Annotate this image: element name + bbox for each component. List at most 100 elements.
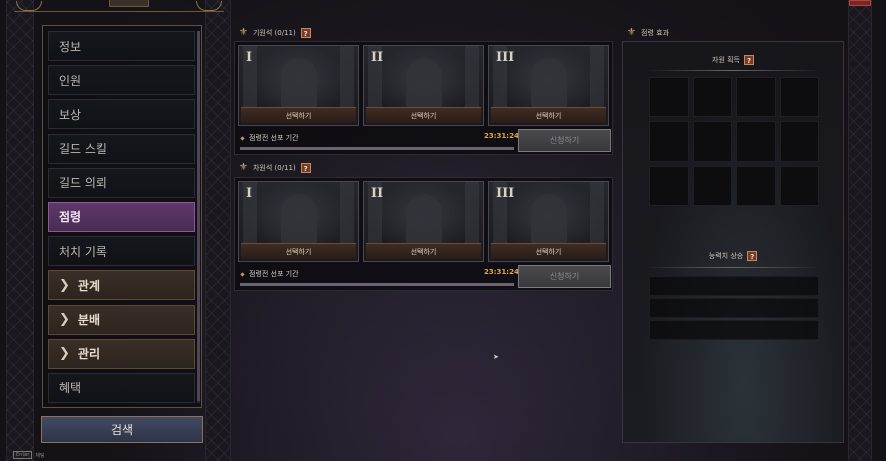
effects-title-text: 점령 효과 xyxy=(640,28,669,37)
help-icon[interactable]: ? xyxy=(744,55,754,65)
select-button[interactable]: 선택하기 xyxy=(241,243,356,259)
stat-row xyxy=(649,298,819,318)
section-title-text: 기원석 (0/11) xyxy=(252,28,296,37)
occupation-slot[interactable]: I 선택하기 xyxy=(238,181,359,262)
resource-cell xyxy=(779,165,819,206)
occupation-slot[interactable]: II 선택하기 xyxy=(363,181,484,262)
occupation-slot[interactable]: I 선택하기 xyxy=(238,45,359,126)
occupation-slot[interactable]: II 선택하기 xyxy=(363,45,484,126)
select-button[interactable]: 선택하기 xyxy=(241,107,356,123)
menu-list: 정보 인원 보상 길드 스킬 길드 의뢰 점령 처치 기록 ❯ 관계 ❯ 분배 ❯ 관… xyxy=(48,31,195,407)
menu-item-guild-skill[interactable]: 길드 스킬 xyxy=(48,133,195,164)
occupation-slot[interactable]: III 선택하기 xyxy=(488,181,609,262)
select-button[interactable]: 선택하기 xyxy=(366,107,481,123)
pillar-decoration xyxy=(465,46,479,109)
resource-grid xyxy=(649,77,819,206)
throne-image xyxy=(531,58,567,108)
menu-item-label: 보상 xyxy=(59,107,82,122)
stat-row xyxy=(649,320,819,340)
slot-numeral: II xyxy=(371,50,384,65)
progress-fill xyxy=(240,283,514,286)
right-lattice-decoration xyxy=(848,0,872,461)
resource-cell xyxy=(736,121,776,162)
divider xyxy=(645,267,821,268)
throne-image xyxy=(281,194,317,244)
menu-item-benefits[interactable]: 혜택 xyxy=(48,372,195,403)
select-button[interactable]: 선택하기 xyxy=(491,243,606,259)
occupation-group-1: I 선택하기 II 선택하기 III 선택하기 점령전 선포 기간 23:31:… xyxy=(234,41,613,155)
chevron-right-icon: ❯ xyxy=(59,312,70,327)
menu-item-info[interactable]: 정보 xyxy=(48,31,195,61)
resource-header: 자원 획득 ? xyxy=(623,55,843,65)
menu-item-occupation[interactable]: 점령 xyxy=(48,201,195,232)
menu-item-management[interactable]: ❯ 관리 xyxy=(48,338,195,369)
section-title-dimension-stone: ⚜ 차원석 (0/11) ? xyxy=(239,162,311,173)
divider xyxy=(645,70,821,71)
ornament-curl-icon xyxy=(196,1,222,11)
pillar-decoration xyxy=(465,182,479,245)
slot-numeral: I xyxy=(246,50,253,65)
period-progress-bar xyxy=(240,147,514,150)
bullet-icon xyxy=(240,271,245,277)
menu-item-guild-request[interactable]: 길드 의뢰 xyxy=(48,167,195,198)
close-button[interactable] xyxy=(849,0,871,6)
resource-cell xyxy=(779,77,819,118)
chevron-right-icon: ❯ xyxy=(59,277,70,293)
resource-cell xyxy=(649,165,689,206)
apply-button[interactable]: 신청하기 xyxy=(518,129,611,152)
resource-label: 자원 획득 xyxy=(712,56,740,64)
fleur-icon: ⚜ xyxy=(239,162,248,173)
menu-item-label: 관리 xyxy=(77,347,100,362)
resource-cell xyxy=(649,77,689,118)
help-icon[interactable]: ? xyxy=(747,251,758,261)
resource-cell xyxy=(692,165,732,206)
effects-title: ⚜ 점령 효과 xyxy=(627,27,669,38)
menu-item-label: 분배 xyxy=(77,313,100,327)
pillar-decoration xyxy=(590,46,604,109)
countdown-timer: 23:31:24 xyxy=(484,268,519,276)
help-icon[interactable]: ? xyxy=(300,27,311,38)
resource-cell xyxy=(692,77,732,118)
period-label: 점령전 선포 기간 xyxy=(249,134,299,142)
menu-item-relations[interactable]: ❯ 관계 xyxy=(48,270,195,301)
menu-item-label: 정보 xyxy=(59,39,82,54)
ornament-tab xyxy=(109,0,149,7)
search-button[interactable]: 검색 xyxy=(41,416,203,443)
menu-item-label: 점령 xyxy=(59,210,82,225)
enter-key-badge: Enter xyxy=(13,451,33,459)
progress-fill xyxy=(240,147,514,150)
menu-item-label: 인원 xyxy=(59,73,82,88)
menu-item-kill-record[interactable]: 처치 기록 xyxy=(48,236,195,267)
menu-item-label: 관계 xyxy=(77,278,100,293)
occupation-slot[interactable]: III 선택하기 xyxy=(488,45,609,126)
declaration-period: 점령전 선포 기간 xyxy=(240,133,299,143)
stat-label: 능력치 상승 xyxy=(708,252,744,260)
bullet-icon xyxy=(240,135,245,141)
scrollbar-thumb[interactable] xyxy=(197,31,200,401)
menu-item-rewards[interactable]: 보상 xyxy=(48,99,195,130)
throne-image xyxy=(531,194,567,244)
menu-item-label: 길드 스킬 xyxy=(59,142,107,157)
chat-hint: Enter 채팅 xyxy=(13,451,45,459)
resource-cell xyxy=(649,121,689,162)
throne-image xyxy=(406,194,442,244)
select-button[interactable]: 선택하기 xyxy=(491,107,606,123)
slot-numeral: III xyxy=(496,186,515,201)
chat-hint-label: 채팅 xyxy=(35,452,45,459)
occupation-group-2: I 선택하기 II 선택하기 III 선택하기 점령전 선포 기간 23:31:… xyxy=(234,177,613,291)
period-label: 점령전 선포 기간 xyxy=(249,270,299,278)
section-title-text: 차원석 (0/11) xyxy=(252,163,296,172)
resource-cell xyxy=(692,121,732,162)
resource-cell xyxy=(736,165,776,206)
fleur-icon: ⚜ xyxy=(627,27,636,38)
ornament-curl-icon xyxy=(16,1,42,11)
menu-scrollbar[interactable] xyxy=(197,31,200,403)
apply-button[interactable]: 신청하기 xyxy=(518,265,611,288)
menu-item-distribution[interactable]: ❯ 분배 xyxy=(48,304,195,335)
select-button[interactable]: 선택하기 xyxy=(366,243,481,259)
menu-item-members[interactable]: 인원 xyxy=(48,65,195,96)
help-icon[interactable]: ? xyxy=(300,162,311,173)
stat-header: 능력치 상승 ? xyxy=(623,251,843,261)
period-progress-bar xyxy=(240,283,514,286)
slot-numeral: II xyxy=(371,186,384,201)
